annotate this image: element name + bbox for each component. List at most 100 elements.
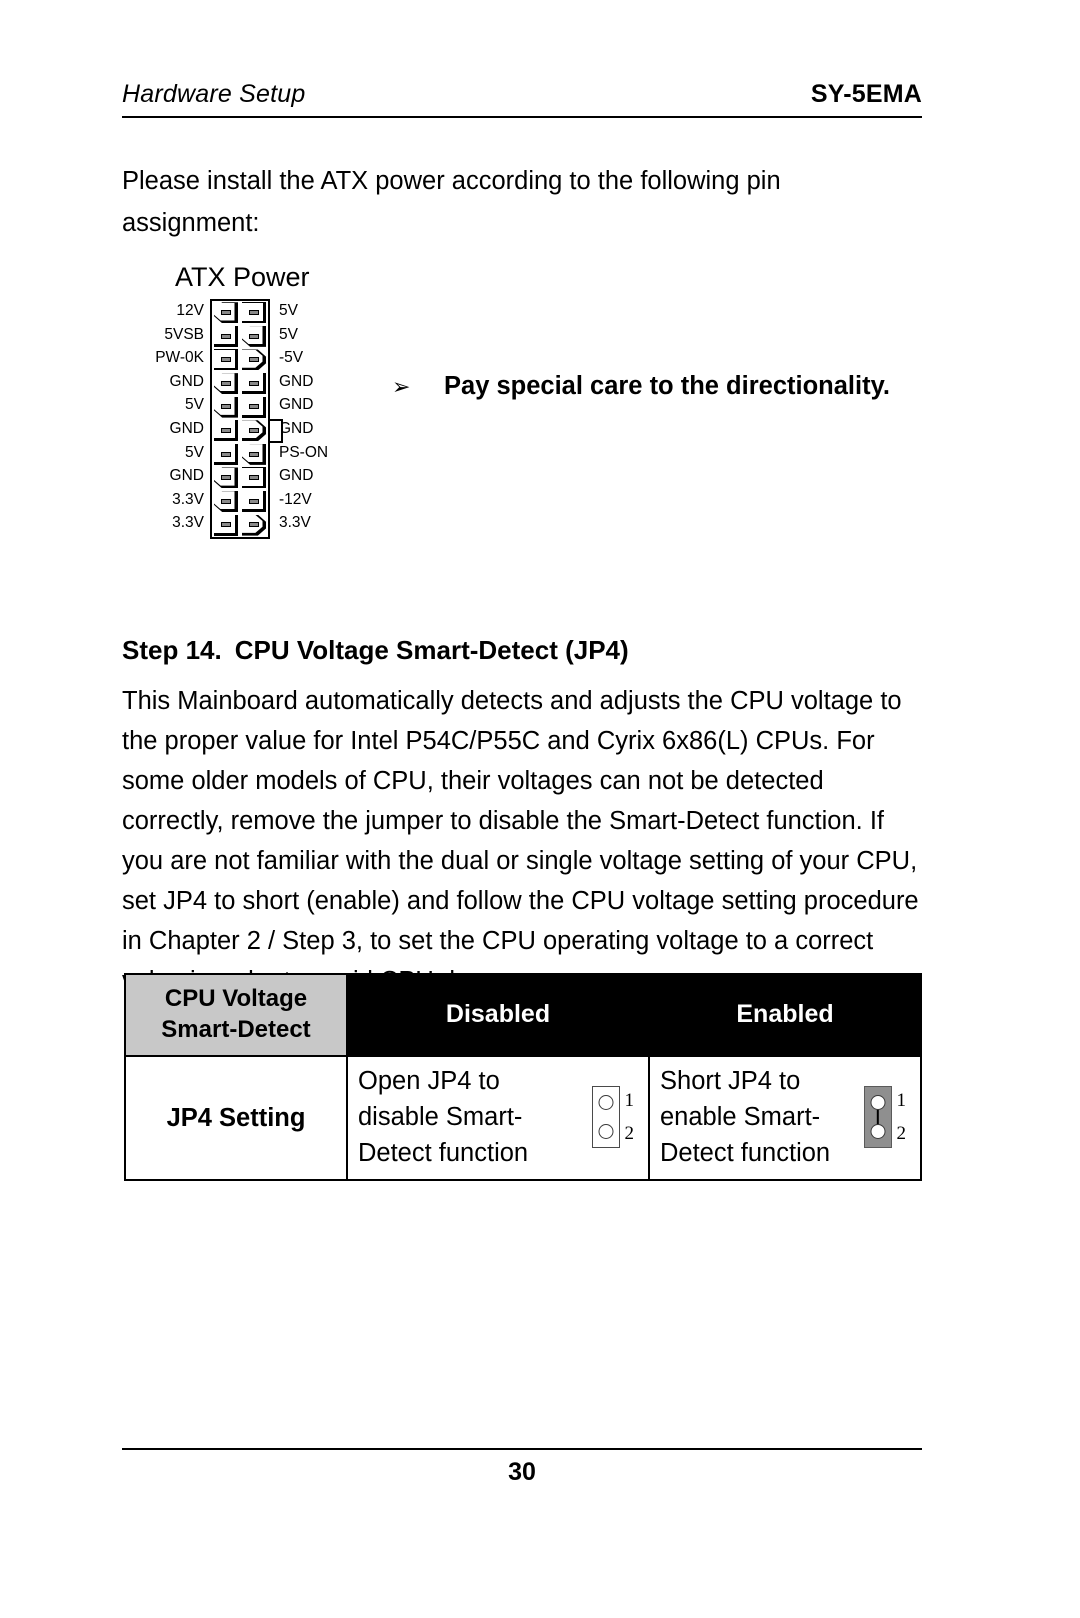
cell-enabled-setting: Short JP4 to enable Smart- Detect functi… xyxy=(648,1055,922,1181)
atx-pin xyxy=(212,489,240,514)
jumper-open-icon: 1 2 xyxy=(591,1086,635,1148)
step-body-paragraph: This Mainboard automatically detects and… xyxy=(122,686,919,995)
atx-right-label: GND xyxy=(279,419,314,437)
atx-right-label: 5V xyxy=(279,302,298,319)
jumper-shorted-icon: 1 2 xyxy=(863,1086,907,1148)
intro-paragraph: Please install the ATX power according t… xyxy=(122,166,781,237)
atx-right-label: 3.3V xyxy=(279,514,311,532)
atx-pin xyxy=(240,371,268,396)
atx-power-figure: ATX Power 12V 5VSB PW-0K GND 5V GND 5V G… xyxy=(140,262,359,539)
atx-pin-row xyxy=(212,466,268,490)
jumper-pin-number-2: 2 xyxy=(624,1123,635,1144)
jumper-shorted-pin-numbers: 1 2 xyxy=(897,1086,907,1148)
jumper-pin-number-1: 1 xyxy=(896,1090,907,1111)
atx-pin xyxy=(240,513,268,537)
table-header-row: CPU Voltage Smart-Detect Disabled Enable… xyxy=(124,973,922,1057)
jumper-pad-2 xyxy=(598,1124,613,1139)
atx-right-label: -12V xyxy=(279,490,312,508)
connector-latch-icon xyxy=(270,419,283,443)
atx-pin xyxy=(212,301,240,325)
atx-pin-row xyxy=(212,395,268,419)
atx-left-label: 5V xyxy=(185,396,204,414)
atx-pin xyxy=(212,442,240,467)
atx-pin xyxy=(240,442,268,467)
atx-pin xyxy=(212,371,240,396)
atx-right-pin-labels: 5V 5V -5V GND GND GND PS-ON GND -12V 3.3… xyxy=(270,299,359,535)
jumper-pin-number-2: 2 xyxy=(896,1123,907,1144)
jp4-settings-table: CPU Voltage Smart-Detect Disabled Enable… xyxy=(124,973,922,1181)
atx-left-label: 12V xyxy=(176,302,204,319)
atx-pin xyxy=(212,348,240,372)
atx-pin xyxy=(240,348,268,372)
atx-pin xyxy=(240,418,268,443)
step-number: Step 14. xyxy=(122,634,222,665)
atx-right-label: GND xyxy=(279,372,314,390)
header-rule xyxy=(122,116,922,118)
atx-pin-row xyxy=(212,418,268,443)
jumper-pad-2 xyxy=(870,1124,885,1139)
jumper-pin-number-1: 1 xyxy=(624,1090,635,1111)
table-row: JP4 Setting Open JP4 to disable Smart- D… xyxy=(124,1055,922,1181)
running-head-model: SY-5EMA xyxy=(810,80,922,108)
atx-right-label: GND xyxy=(279,467,314,485)
atx-pin-row xyxy=(212,513,268,537)
jumper-pad-1 xyxy=(598,1095,613,1110)
step-title: CPU Voltage Smart-Detect (JP4) xyxy=(234,634,629,665)
atx-pin xyxy=(212,324,240,349)
atx-pin xyxy=(212,395,240,419)
directionality-note: ➢ Pay special care to the directionality… xyxy=(392,372,890,401)
atx-pin-row xyxy=(212,442,268,467)
atx-power-diagram: 12V 5VSB PW-0K GND 5V GND 5V GND 3.3V 3.… xyxy=(140,299,359,539)
atx-pin xyxy=(240,301,268,325)
directionality-note-text: Pay special care to the directionality. xyxy=(444,372,890,400)
atx-right-label: 5V xyxy=(279,325,298,343)
cell-enabled-line1: Short JP4 to xyxy=(660,1067,801,1095)
atx-left-label: 3.3V xyxy=(172,490,204,508)
atx-left-label: 5V xyxy=(185,443,204,461)
cell-enabled-text: Short JP4 to enable Smart- Detect functi… xyxy=(660,1063,830,1171)
atx-left-pin-labels: 12V 5VSB PW-0K GND 5V GND 5V GND 3.3V 3.… xyxy=(140,299,210,535)
atx-left-label: GND xyxy=(169,419,204,437)
jumper-open-body xyxy=(591,1086,620,1148)
cell-disabled-line2: disable Smart- xyxy=(358,1103,523,1131)
atx-left-label: PW-0K xyxy=(155,349,204,367)
step-heading: Step 14. CPU Voltage Smart-Detect (JP4) xyxy=(122,635,629,666)
atx-pin-row xyxy=(212,301,268,325)
jumper-open-pin-numbers: 1 2 xyxy=(625,1086,635,1148)
document-page: Hardware Setup SY-5EMA Please install th… xyxy=(0,0,1080,1618)
atx-left-label: 5VSB xyxy=(164,325,204,343)
atx-pin xyxy=(240,324,268,349)
atx-pin xyxy=(212,513,240,537)
atx-pin xyxy=(212,418,240,443)
atx-pin-row xyxy=(212,348,268,372)
atx-pin xyxy=(212,466,240,490)
table-header-label-line1: CPU Voltage xyxy=(164,985,308,1012)
cell-enabled-line3: Detect function xyxy=(660,1139,831,1167)
row-label-jp4-setting: JP4 Setting xyxy=(124,1055,348,1181)
cell-disabled-line3: Detect function xyxy=(358,1139,529,1167)
cell-disabled-text: Open JP4 to disable Smart- Detect functi… xyxy=(358,1063,528,1171)
table-header-disabled: Disabled xyxy=(346,973,650,1057)
atx-right-label: GND xyxy=(279,396,314,414)
atx-right-label: -5V xyxy=(279,349,304,367)
jumper-pad-1 xyxy=(870,1095,885,1110)
atx-pin-row xyxy=(212,489,268,514)
page-number: 30 xyxy=(508,1458,536,1486)
table-header-label-line2: Smart-Detect xyxy=(161,1016,311,1043)
atx-left-label: GND xyxy=(169,467,204,485)
footer-rule xyxy=(122,1448,922,1450)
running-head: Hardware Setup SY-5EMA xyxy=(122,80,922,109)
atx-pin-row xyxy=(212,324,268,349)
atx-pin-row xyxy=(212,371,268,396)
table-header-enabled: Enabled xyxy=(648,973,922,1057)
atx-pin xyxy=(240,395,268,419)
atx-left-label: GND xyxy=(169,372,204,390)
atx-right-label: PS-ON xyxy=(279,443,329,461)
cell-enabled-line2: enable Smart- xyxy=(660,1103,821,1131)
atx-power-title: ATX Power xyxy=(175,262,310,292)
running-head-section: Hardware Setup xyxy=(122,80,306,108)
arrowhead-bullet-icon: ➢ xyxy=(392,374,411,399)
atx-pin xyxy=(240,466,268,490)
atx-pin xyxy=(240,489,268,514)
jumper-shorted-body xyxy=(863,1086,892,1148)
